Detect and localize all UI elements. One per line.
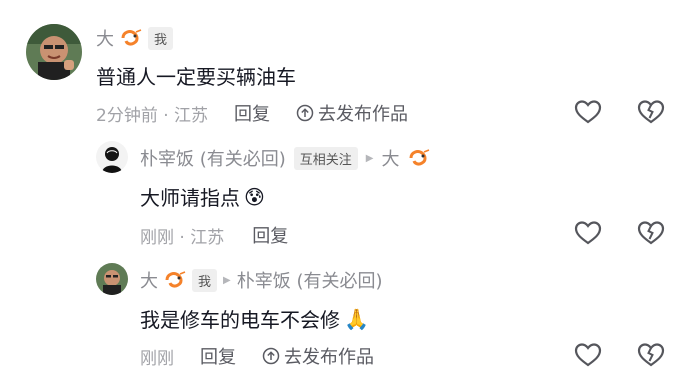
reply-text: 大师请指点: [140, 186, 240, 210]
upload-circle-icon: [296, 104, 314, 122]
shrimp-emoji-icon: [120, 29, 142, 47]
broken-heart-icon: [637, 343, 665, 367]
pray-emoji-icon: 🙏: [344, 306, 369, 331]
dislike-button[interactable]: [636, 340, 666, 370]
reply-content: 大师请指点 😰: [140, 182, 265, 211]
me-badge: 我: [192, 268, 218, 292]
reply-meta: 刚刚 · 江苏: [140, 227, 225, 248]
upload-circle-icon: [262, 347, 280, 365]
publish-button[interactable]: 去发布作品: [296, 100, 408, 126]
author-name[interactable]: 大: [140, 267, 158, 293]
reply-header: 大 我 ▶ 朴宰饭 (有关必回): [140, 267, 383, 293]
reply-content: 我是修车的电车不会修 🙏: [140, 304, 369, 333]
reply-text: 我是修车的电车不会修: [140, 308, 340, 332]
like-button[interactable]: [573, 340, 603, 370]
mutual-follow-badge: 互相关注: [293, 146, 358, 170]
publish-button[interactable]: 去发布作品: [262, 343, 374, 369]
reply-actions: 刚刚 回复 去发布作品: [140, 343, 374, 369]
like-button[interactable]: [573, 97, 603, 127]
avatar[interactable]: [96, 141, 128, 173]
broken-heart-icon: [637, 221, 665, 245]
reply-button[interactable]: 回复: [252, 222, 288, 248]
shrimp-emoji-icon: [164, 271, 186, 289]
comment-text: 普通人一定要买辆油车: [96, 65, 296, 89]
comment-meta: 2分钟前 · 江苏: [96, 105, 209, 126]
publish-label: 去发布作品: [284, 347, 374, 368]
heart-outline-icon: [574, 343, 602, 367]
author-name[interactable]: 大: [96, 25, 114, 51]
shrimp-emoji-icon: [408, 149, 430, 167]
reply-button[interactable]: 回复: [234, 100, 270, 126]
worried-emoji-icon: 😰: [244, 184, 265, 209]
reply-meta: 刚刚: [140, 348, 174, 369]
comment-actions: 2分钟前 · 江苏 回复 去发布作品: [96, 100, 408, 126]
dislike-button[interactable]: [636, 218, 666, 248]
right-triangle-icon: ▶: [223, 274, 231, 286]
me-badge: 我: [148, 26, 174, 50]
reply-actions: 刚刚 · 江苏 回复: [140, 222, 288, 248]
reply-target-name[interactable]: 朴宰饭 (有关必回): [237, 267, 383, 293]
dislike-button[interactable]: [636, 97, 666, 127]
like-button[interactable]: [573, 218, 603, 248]
avatar[interactable]: [96, 263, 128, 295]
reply-header: 朴宰饭 (有关必回) 互相关注 ▶ 大: [140, 145, 430, 171]
reply-button[interactable]: 回复: [200, 343, 236, 369]
right-triangle-icon: ▶: [365, 152, 374, 164]
heart-outline-icon: [574, 100, 602, 124]
broken-heart-icon: [637, 100, 665, 124]
avatar[interactable]: [26, 24, 82, 80]
author-name[interactable]: 朴宰饭 (有关必回): [140, 145, 286, 171]
comment-header: 大 我: [96, 25, 174, 51]
reply-target-name[interactable]: 大: [382, 145, 400, 171]
publish-label: 去发布作品: [318, 104, 409, 125]
heart-outline-icon: [574, 221, 602, 245]
